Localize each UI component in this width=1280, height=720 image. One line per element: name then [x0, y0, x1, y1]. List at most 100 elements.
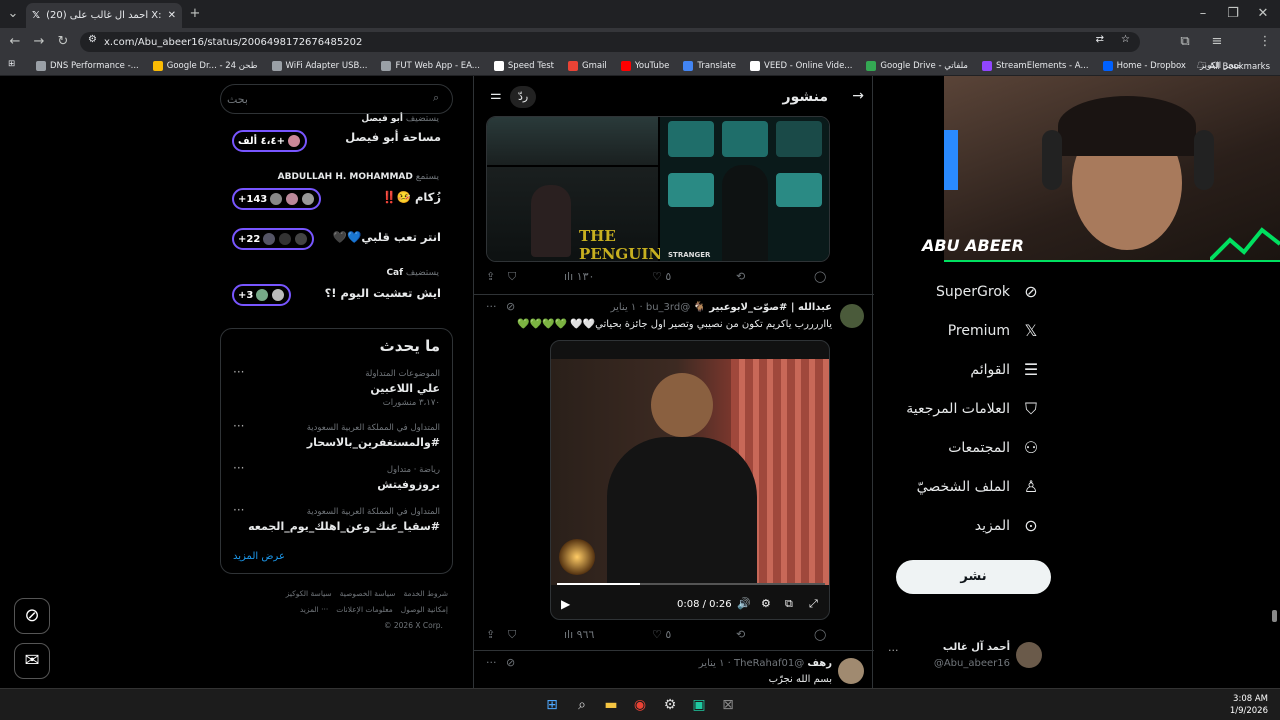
- space-title[interactable]: مساحة أبو فيصل: [345, 130, 441, 144]
- video-progress-track[interactable]: [557, 583, 825, 585]
- translate-icon[interactable]: ⇄: [1096, 34, 1104, 45]
- grok-post-icon[interactable]: ⊘: [506, 656, 515, 669]
- back-arrow-icon[interactable]: →: [852, 88, 864, 104]
- nav-supergrok[interactable]: ⊘ SuperGrok: [936, 282, 1042, 301]
- grok-float-button[interactable]: ⊘: [14, 598, 50, 634]
- tab-search-icon[interactable]: ⌄: [4, 4, 22, 24]
- bookmark-item[interactable]: DNS Performance -...: [36, 60, 139, 71]
- nav-lists[interactable]: ☰ القوائم: [970, 360, 1042, 379]
- new-tab-icon[interactable]: +: [186, 4, 204, 24]
- author-name[interactable]: عبدالله | #صوّت_لابوعبير 🐐: [693, 302, 832, 313]
- author-name[interactable]: رهف: [807, 658, 832, 669]
- post-button[interactable]: نشر: [896, 560, 1051, 594]
- bookmark-item[interactable]: FUT Web App - EA...: [381, 60, 480, 71]
- filter-icon[interactable]: ⚌: [490, 88, 502, 103]
- space-title[interactable]: زُكام 🤒‼️: [382, 190, 441, 204]
- bookmark-action-icon[interactable]: ⛉: [508, 628, 516, 642]
- bookmark-star-icon[interactable]: ☆: [1121, 34, 1130, 45]
- apps-icon[interactable]: ⊞: [8, 59, 15, 69]
- share-icon[interactable]: ⇪: [486, 628, 495, 641]
- nav-profile[interactable]: ♙ الملف الشخصيّ: [917, 477, 1042, 496]
- reply-icon[interactable]: ◯: [814, 270, 826, 283]
- trend-item[interactable]: الموضوعات المتداولة علي اللاعبين ٣،١٧٠ م…: [221, 365, 452, 419]
- system-clock[interactable]: 3:08 AM 1/9/2026: [1230, 693, 1268, 717]
- back-icon[interactable]: ←: [6, 32, 24, 52]
- search-box[interactable]: بحث ⌕: [220, 84, 453, 114]
- nav-bookmarks[interactable]: ⛉ العلامات المرجعية: [906, 399, 1042, 419]
- like-icon[interactable]: ♡ ٥: [652, 628, 671, 641]
- site-info-icon[interactable]: ⚙: [88, 34, 97, 45]
- avatar[interactable]: [838, 658, 864, 684]
- more-icon[interactable]: ···: [233, 365, 244, 379]
- forward-icon[interactable]: →: [30, 32, 48, 52]
- menu-icon[interactable]: ⋮: [1256, 32, 1274, 52]
- settings-icon[interactable]: ⚙: [761, 597, 771, 610]
- space-title[interactable]: انتر تعب قلبي💙🖤: [333, 230, 441, 244]
- bookmark-item[interactable]: Translate: [683, 60, 736, 71]
- search-input[interactable]: بحث: [227, 93, 248, 106]
- trend-item[interactable]: المتداول في المملكة العربية السعودية #وا…: [221, 419, 452, 463]
- more-icon[interactable]: ···: [233, 461, 244, 475]
- app-icon[interactable]: ▣: [689, 695, 709, 715]
- more-icon[interactable]: ···: [486, 300, 497, 313]
- space-listeners-pill[interactable]: +143: [232, 188, 322, 210]
- nav-more[interactable]: ⊙ المزيد: [975, 516, 1042, 535]
- trend-item[interactable]: رياضة · متداول بروزوفيتش ···: [221, 461, 452, 505]
- views-icon[interactable]: ılı ١٣٠: [564, 270, 594, 283]
- bookmark-item[interactable]: Speed Test: [493, 60, 554, 71]
- post-media-grid[interactable]: THE PENGUIN STRANGER: [486, 116, 830, 262]
- footer-link[interactable]: معلومات الإعلانات: [336, 602, 392, 618]
- account-switcher[interactable]: ··· أحمد آل غالب @Abu_abeer16: [884, 638, 1044, 678]
- app-icon[interactable]: ⊠: [718, 695, 738, 715]
- taskbar-search-icon[interactable]: ⌕: [572, 695, 592, 715]
- app-icon[interactable]: ⚙: [660, 695, 680, 715]
- active-tab[interactable]: 𝕏 (20) أحمد آل غالب على X: "الي ... / X …: [26, 3, 182, 28]
- more-icon[interactable]: ···: [233, 419, 244, 433]
- footer-link[interactable]: سياسة الكوكيز: [286, 586, 332, 602]
- repost-icon[interactable]: ⟲: [736, 628, 745, 641]
- bookmark-item[interactable]: Google Dr... - طحن 24: [152, 60, 258, 71]
- footer-link[interactable]: سياسة الخصوصية: [340, 586, 396, 602]
- reply-icon[interactable]: ◯: [814, 628, 826, 641]
- messages-float-button[interactable]: ✉: [14, 643, 50, 679]
- share-icon[interactable]: ⇪: [486, 270, 495, 283]
- bookmark-item[interactable]: VEED - Online Vide...: [750, 60, 852, 71]
- bookmark-item[interactable]: StreamElements - A...: [981, 60, 1089, 71]
- nav-premium[interactable]: 𝕏 Premium: [948, 321, 1042, 340]
- bookmark-item[interactable]: YouTube: [620, 60, 669, 71]
- pip-icon[interactable]: ⧉: [785, 597, 793, 611]
- views-icon[interactable]: ılı ٩٦٦: [564, 628, 594, 641]
- media-icon[interactable]: ≡: [1208, 32, 1226, 52]
- post[interactable]: رهف @TheRahaf01 · ١ يناير ··· ⊘ بسم الله…: [474, 652, 874, 688]
- repost-icon[interactable]: ⟲: [736, 270, 745, 283]
- reload-icon[interactable]: ↻: [54, 32, 72, 52]
- reply-button[interactable]: ردّ: [510, 86, 537, 108]
- more-icon[interactable]: ···: [486, 656, 497, 669]
- footer-link[interactable]: شروط الخدمة: [403, 586, 448, 602]
- footer-link[interactable]: ··· المزيد: [300, 602, 328, 618]
- bookmark-item[interactable]: Gmail: [568, 60, 607, 71]
- scrollbar-thumb[interactable]: [1272, 610, 1277, 622]
- chrome-icon[interactable]: ◉: [630, 695, 650, 715]
- address-bar[interactable]: ⚙ x.com/Abu_abeer16/status/2006498172676…: [80, 32, 1140, 52]
- minimize-icon[interactable]: –: [1194, 4, 1212, 24]
- show-more-link[interactable]: عرض المزيد: [233, 551, 285, 562]
- bookmark-item[interactable]: Google Drive - ملفاتي: [866, 60, 968, 71]
- nav-communities[interactable]: ⚇ المجتمعات: [948, 438, 1042, 457]
- bookmark-action-icon[interactable]: ⛉: [508, 270, 516, 284]
- close-window-icon[interactable]: ✕: [1254, 4, 1272, 24]
- space-listeners-pill[interactable]: ٤،٤ ألف+: [232, 130, 307, 152]
- footer-link[interactable]: إمكانية الوصول: [401, 602, 448, 618]
- post[interactable]: عبدالله | #صوّت_لابوعبير 🐐 @bu_3rd · ١ ي…: [474, 296, 874, 646]
- space-listeners-pill[interactable]: +22: [232, 228, 315, 250]
- space-title[interactable]: ايش تعشيت اليوم !؟: [325, 286, 441, 300]
- play-icon[interactable]: ▶: [561, 597, 570, 611]
- extensions-icon[interactable]: ⧉: [1176, 32, 1194, 52]
- volume-icon[interactable]: 🔊: [737, 597, 751, 610]
- maximize-icon[interactable]: ❐: [1224, 4, 1242, 24]
- bookmark-item[interactable]: Home - Dropbox: [1102, 60, 1186, 71]
- all-bookmarks[interactable]: 🗀 All Bookmarks: [1197, 60, 1270, 74]
- file-explorer-icon[interactable]: ▬: [601, 695, 621, 715]
- video-player[interactable]: ▶ 0:08 / 0:26 🔊 ⚙ ⧉ ⤢: [550, 340, 830, 620]
- tab-close-icon[interactable]: ✕: [168, 10, 176, 21]
